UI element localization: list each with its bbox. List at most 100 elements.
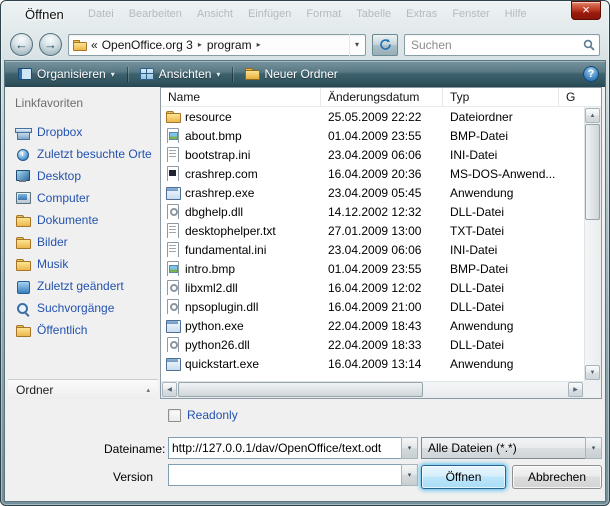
column-header-name[interactable]: Name bbox=[161, 88, 321, 106]
views-button[interactable]: Ansichten ▾ bbox=[133, 64, 228, 84]
file-name-cell: crashrep.exe bbox=[161, 185, 321, 200]
folders-expander[interactable]: Ordner ▴ bbox=[8, 379, 158, 399]
file-row-bootstrap.ini[interactable]: bootstrap.ini 23.04.2009 06:06 INI-Datei bbox=[161, 145, 584, 164]
scrollbar-corner bbox=[584, 381, 601, 398]
sidebar-item-desktop[interactable]: Desktop bbox=[8, 165, 158, 187]
file-row-about.bmp[interactable]: about.bmp 01.04.2009 23:55 BMP-Datei bbox=[161, 126, 584, 145]
file-date: 27.01.2009 13:00 bbox=[321, 224, 443, 238]
readonly-checkbox[interactable] bbox=[168, 409, 181, 422]
horizontal-scrollbar[interactable]: ◀ ▶ bbox=[161, 381, 584, 398]
favorites-sidebar: Linkfavoriten Dropbox Zuletzt besuchte O… bbox=[8, 87, 158, 399]
cancel-button[interactable]: Abbrechen bbox=[512, 465, 602, 489]
file-row-resource[interactable]: resource 25.05.2009 22:22 Dateiordner bbox=[161, 107, 584, 126]
ghost-menu-item: Fenster bbox=[452, 8, 489, 20]
sidebar-item-recent-places[interactable]: Zuletzt besuchte Orte bbox=[8, 143, 158, 165]
sidebar-item-icon bbox=[15, 323, 32, 338]
new-folder-button[interactable]: Neuer Ordner bbox=[238, 64, 344, 84]
filename-input[interactable] bbox=[168, 441, 401, 455]
sidebar-item-music[interactable]: Musik bbox=[8, 253, 158, 275]
sidebar-item-pictures[interactable]: Bilder bbox=[8, 231, 158, 253]
file-name: libxml2.dll bbox=[185, 281, 238, 295]
file-row-npsoplugin.dll[interactable]: npsoplugin.dll 16.04.2009 21:00 DLL-Date… bbox=[161, 297, 584, 316]
sidebar-item-public[interactable]: Öffentlich bbox=[8, 319, 158, 341]
sidebar-item-label: Dropbox bbox=[37, 125, 82, 139]
file-row-python26.dll[interactable]: python26.dll 22.04.2009 18:33 DLL-Datei bbox=[161, 335, 584, 354]
filetype-dropdown-button[interactable]: ▾ bbox=[585, 437, 602, 459]
views-label: Ansichten bbox=[159, 67, 212, 81]
scroll-left-button[interactable]: ◀ bbox=[162, 382, 177, 397]
file-name: dbghelp.dll bbox=[185, 205, 243, 219]
file-row-crashrep.com[interactable]: crashrep.com 16.04.2009 20:36 MS-DOS-Anw… bbox=[161, 164, 584, 183]
file-name: quickstart.exe bbox=[185, 357, 259, 371]
sidebar-item-computer[interactable]: Computer bbox=[8, 187, 158, 209]
forward-button[interactable]: → bbox=[39, 33, 62, 56]
file-type: Dateiordner bbox=[443, 110, 559, 124]
column-header-type[interactable]: Typ bbox=[443, 88, 559, 106]
file-type-icon bbox=[165, 280, 181, 295]
sidebar-item-documents[interactable]: Dokumente bbox=[8, 209, 158, 231]
file-row-python.exe[interactable]: python.exe 22.04.2009 18:43 Anwendung bbox=[161, 316, 584, 335]
filename-dropdown-button[interactable]: ▾ bbox=[401, 437, 418, 459]
file-row-crashrep.exe[interactable]: crashrep.exe 23.04.2009 05:45 Anwendung bbox=[161, 183, 584, 202]
organize-icon bbox=[18, 68, 32, 80]
breadcrumb-dropdown-button[interactable]: ▾ bbox=[349, 34, 364, 56]
file-name: desktophelper.txt bbox=[185, 224, 276, 238]
chevron-down-icon: ▾ bbox=[216, 70, 220, 79]
scroll-down-button[interactable]: ▼ bbox=[585, 365, 600, 380]
help-button[interactable]: ? bbox=[583, 66, 599, 82]
column-header-size[interactable]: G bbox=[559, 88, 601, 106]
ghost-menu-item: Format bbox=[306, 8, 341, 20]
new-folder-label: Neuer Ordner bbox=[264, 67, 337, 81]
open-button[interactable]: Öffnen bbox=[421, 465, 506, 489]
file-name-cell: intro.bmp bbox=[161, 261, 321, 276]
horizontal-scrollbar-thumb[interactable] bbox=[178, 382, 423, 397]
file-row-quickstart.exe[interactable]: quickstart.exe 16.04.2009 13:14 Anwendun… bbox=[161, 354, 584, 373]
titlebar: DateiBearbeitenAnsichtEinfügenFormatTabe… bbox=[0, 0, 610, 28]
file-date: 25.05.2009 22:22 bbox=[321, 110, 443, 124]
command-toolbar: Organisieren ▾ Ansichten ▾ Neuer Ordner … bbox=[5, 61, 605, 87]
filename-combobox[interactable]: ▾ bbox=[168, 437, 418, 459]
version-dropdown-button[interactable]: ▾ bbox=[401, 464, 418, 486]
organize-button[interactable]: Organisieren ▾ bbox=[11, 64, 122, 84]
search-input[interactable] bbox=[409, 37, 583, 53]
file-row-libxml2.dll[interactable]: libxml2.dll 16.04.2009 12:02 DLL-Datei bbox=[161, 278, 584, 297]
breadcrumb-item-openoffice[interactable]: OpenOffice.org 3 bbox=[102, 38, 193, 52]
filetype-combobox[interactable]: Alle Dateien (*.*) ▾ bbox=[421, 437, 602, 459]
file-date: 16.04.2009 13:14 bbox=[321, 357, 443, 371]
file-type: INI-Datei bbox=[443, 148, 559, 162]
scroll-up-button[interactable]: ▲ bbox=[585, 108, 600, 123]
file-name-cell: bootstrap.ini bbox=[161, 147, 321, 162]
back-button[interactable]: ← bbox=[10, 33, 33, 56]
scroll-right-button[interactable]: ▶ bbox=[568, 382, 583, 397]
file-date: 23.04.2009 06:06 bbox=[321, 148, 443, 162]
close-button[interactable]: × bbox=[571, 1, 601, 20]
refresh-button[interactable] bbox=[372, 34, 398, 56]
file-row-desktophelper.txt[interactable]: desktophelper.txt 27.01.2009 13:00 TXT-D… bbox=[161, 221, 584, 240]
file-date: 16.04.2009 12:02 bbox=[321, 281, 443, 295]
readonly-label[interactable]: Readonly bbox=[187, 408, 238, 422]
file-row-intro.bmp[interactable]: intro.bmp 01.04.2009 23:55 BMP-Datei bbox=[161, 259, 584, 278]
sidebar-item-dropbox[interactable]: Dropbox bbox=[8, 121, 158, 143]
file-name-cell: resource bbox=[161, 109, 321, 124]
file-name-cell: npsoplugin.dll bbox=[161, 299, 321, 314]
sidebar-item-searches[interactable]: Suchvorgänge bbox=[8, 297, 158, 319]
ghost-menu-item: Bearbeiten bbox=[129, 8, 182, 20]
file-type: MS-DOS-Anwend... bbox=[443, 167, 559, 181]
file-type-icon bbox=[165, 166, 181, 181]
vertical-scrollbar-thumb[interactable] bbox=[585, 124, 600, 220]
search-icon[interactable] bbox=[583, 39, 595, 51]
file-type: Anwendung bbox=[443, 357, 559, 371]
breadcrumb-separator-icon: ▸ bbox=[256, 40, 262, 49]
breadcrumb-overflow-chevron[interactable]: « bbox=[91, 38, 98, 52]
sidebar-item-icon bbox=[15, 257, 32, 272]
vertical-scrollbar[interactable]: ▲ ▼ bbox=[584, 107, 601, 381]
version-combobox[interactable]: ▾ bbox=[168, 464, 418, 486]
column-header-date[interactable]: Änderungsdatum bbox=[321, 88, 443, 106]
breadcrumb-item-program[interactable]: program bbox=[207, 38, 252, 52]
file-row-fundamental.ini[interactable]: fundamental.ini 23.04.2009 06:06 INI-Dat… bbox=[161, 240, 584, 259]
sidebar-item-recent-changes[interactable]: Zuletzt geändert bbox=[8, 275, 158, 297]
file-row-dbghelp.dll[interactable]: dbghelp.dll 14.12.2002 12:32 DLL-Datei bbox=[161, 202, 584, 221]
file-date: 16.04.2009 20:36 bbox=[321, 167, 443, 181]
file-type: Anwendung bbox=[443, 186, 559, 200]
sidebar-item-label: Zuletzt besuchte Orte bbox=[37, 147, 152, 161]
